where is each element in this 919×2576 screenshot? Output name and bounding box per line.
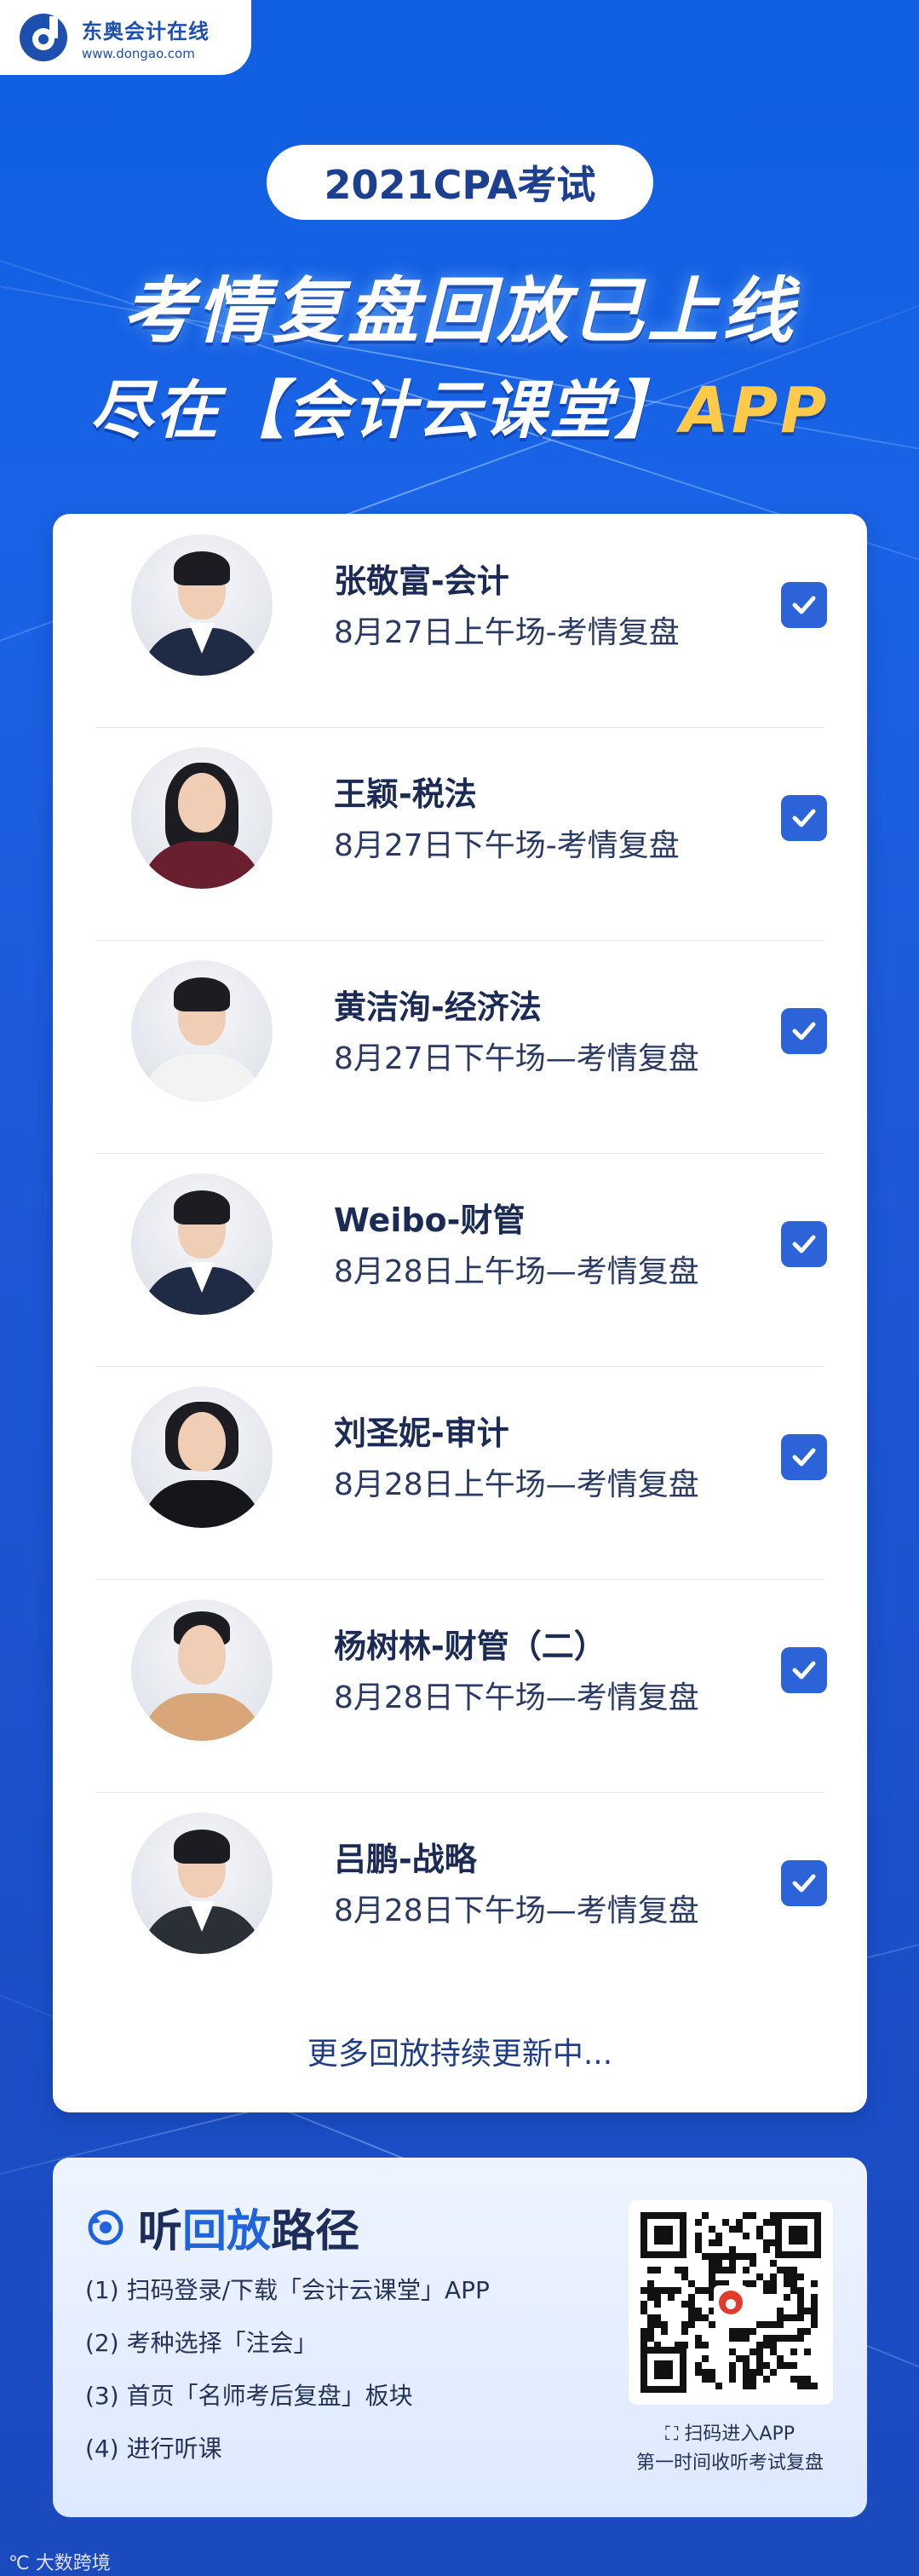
- teacher-name: 黄洁洵-经济法: [334, 988, 542, 1026]
- logo-name: 东奥会计在线: [82, 19, 210, 43]
- step-4: (4) 进行听课: [85, 2435, 222, 2463]
- teacher-name: 杨树林-财管（二）: [334, 1628, 606, 1665]
- more-replays-text: 更多回放持续更新中...: [307, 2037, 613, 2072]
- avatar: [131, 534, 273, 676]
- checkbox-checked-icon[interactable]: [781, 1434, 827, 1480]
- checkbox-checked-icon[interactable]: [781, 582, 827, 628]
- session-time: 8月28日下午场—考情复盘: [334, 1893, 699, 1928]
- headline: 考情复盘回放已上线: [122, 269, 797, 353]
- watermark-text: 大数跨境: [35, 2553, 111, 2574]
- subline-app: APP: [680, 374, 830, 447]
- teacher-name: 吕鹏-战略: [334, 1841, 477, 1878]
- qr-caption-scan: ⛶ 扫码进入APP: [598, 2418, 862, 2446]
- list-item[interactable]: 张敬富-会计 8月27日上午场-考情复盘: [95, 514, 827, 728]
- teacher-name: 张敬富-会计: [334, 562, 509, 600]
- avatar: [131, 747, 273, 889]
- list-item[interactable]: Weibo-财管 8月28日上午场—考情复盘: [95, 1153, 827, 1367]
- step-3: (3) 首页「名师考后复盘」板块: [85, 2382, 413, 2410]
- brand-logo[interactable]: 东奥会计在线 www.dongao.com: [0, 0, 251, 75]
- checkbox-checked-icon[interactable]: [781, 1221, 827, 1267]
- session-time: 8月27日下午场-考情复盘: [334, 828, 680, 863]
- session-time: 8月28日下午场—考情复盘: [334, 1680, 699, 1715]
- checkbox-checked-icon[interactable]: [781, 1647, 827, 1693]
- teacher-name: 刘圣妮-审计: [334, 1415, 509, 1452]
- step-2: (2) 考种选择「注会」: [85, 2329, 318, 2357]
- list-item[interactable]: 刘圣妮-审计 8月28日上午场—考情复盘: [95, 1366, 827, 1580]
- exam-title-pill: 2021CPA考试: [267, 145, 653, 220]
- logo-url: www.dongao.com: [82, 45, 195, 61]
- subline: 尽在【会计云课堂】APP: [0, 360, 919, 451]
- replay-list-card: 张敬富-会计 8月27日上午场-考情复盘 王颖-税法 8月27日下午场-考情复盘…: [53, 514, 867, 2112]
- avatar: [131, 1173, 273, 1315]
- list-item[interactable]: 吕鹏-战略 8月28日下午场—考情复盘: [95, 1792, 827, 2005]
- avatar: [131, 1599, 273, 1741]
- list-item[interactable]: 杨树林-财管（二） 8月28日下午场—考情复盘: [95, 1579, 827, 1793]
- session-time: 8月28日上午场—考情复盘: [334, 1467, 699, 1502]
- replay-icon: [88, 2210, 123, 2245]
- list-item[interactable]: 王颖-税法 8月27日下午场-考情复盘: [95, 727, 827, 941]
- panel-title-c: 路径: [271, 2206, 360, 2257]
- checkbox-checked-icon[interactable]: [781, 795, 827, 841]
- watermark: ℃ 大数跨境: [9, 2548, 111, 2575]
- list-item[interactable]: 黄洁洵-经济法 8月27日下午场—考情复盘: [95, 940, 827, 1154]
- panel-title-a: 听: [138, 2206, 183, 2257]
- qr-code[interactable]: [629, 2200, 833, 2405]
- avatar: [131, 1386, 273, 1528]
- listen-path-panel: 听回放 路径 (1) 扫码登录/下载「会计云课堂」APP (2) 考种选择「注会」…: [53, 2158, 867, 2517]
- panel-title-b: 回放: [182, 2206, 272, 2257]
- scan-icon: ⛶: [665, 2423, 685, 2445]
- subline-prefix: 尽在【会计云课堂】: [89, 374, 681, 447]
- teacher-name: Weibo-财管: [334, 1202, 526, 1239]
- qr-caption-1: 扫码进入APP: [684, 2423, 795, 2445]
- avatar: [131, 1812, 273, 1954]
- watermark-icon: ℃: [9, 2553, 36, 2574]
- qr-caption-sub: 第一时间收听考试复盘: [635, 2452, 824, 2474]
- session-time: 8月27日上午场-考情复盘: [334, 615, 680, 650]
- teacher-name: 王颖-税法: [334, 775, 477, 813]
- step-1: (1) 扫码登录/下载「会计云课堂」APP: [85, 2276, 490, 2304]
- checkbox-checked-icon[interactable]: [781, 1008, 827, 1054]
- session-time: 8月27日下午场—考情复盘: [334, 1041, 699, 1076]
- checkbox-checked-icon[interactable]: [781, 1860, 827, 1906]
- panel-title: 听回放 路径: [85, 2195, 359, 2259]
- avatar: [131, 960, 273, 1102]
- session-time: 8月28日上午场—考情复盘: [334, 1254, 699, 1289]
- logo-icon: [17, 11, 70, 64]
